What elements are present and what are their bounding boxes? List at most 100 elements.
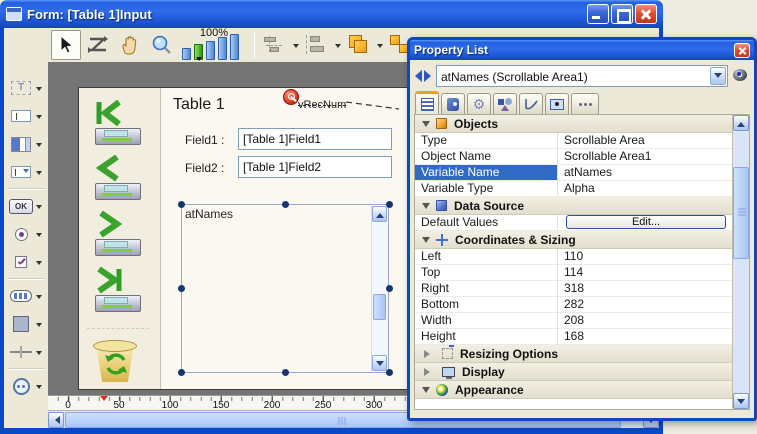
toolbox-tabstrip-tool[interactable] xyxy=(5,282,47,310)
property-grid-scrollbar[interactable] xyxy=(732,115,749,409)
next-record-button[interactable] xyxy=(91,211,147,261)
property-row-height[interactable]: Height 168 xyxy=(415,329,732,345)
property-row-variable-name[interactable]: Variable Name atNames xyxy=(415,165,732,181)
select-tool-button[interactable] xyxy=(51,30,81,60)
grid-scroll-down-button[interactable] xyxy=(733,393,749,409)
scroll-up-button[interactable] xyxy=(372,206,387,222)
scrollbar-thumb[interactable] xyxy=(373,294,386,320)
checkbox-tool-dropdown[interactable] xyxy=(36,261,42,268)
first-record-button[interactable] xyxy=(91,100,147,150)
field2-textbox[interactable]: [Table 1]Field2 xyxy=(238,156,392,178)
toolbox-list-tool[interactable] xyxy=(5,130,47,158)
grid-scroll-up-button[interactable] xyxy=(733,115,749,131)
property-list-titlebar[interactable]: Property List xyxy=(410,40,754,60)
toolbox-text-tool[interactable]: T xyxy=(5,74,47,102)
layer-order-button[interactable] xyxy=(344,30,374,60)
toolbox-radio-tool[interactable] xyxy=(5,220,47,248)
toolbox-checkbox-tool[interactable] xyxy=(5,248,47,276)
expand-arrow-icon[interactable] xyxy=(424,368,434,376)
hscroll-left-button[interactable] xyxy=(48,412,64,428)
collapse-arrow-icon[interactable] xyxy=(422,237,430,247)
field1-textbox[interactable]: [Table 1]Field1 xyxy=(238,128,392,150)
scrollable-area-object[interactable]: atNames xyxy=(181,204,389,373)
preview-eye-button[interactable] xyxy=(732,68,750,84)
selection-handle-ne[interactable] xyxy=(386,201,393,208)
scrollable-area-scrollbar[interactable] xyxy=(371,206,387,371)
radio-tool-dropdown[interactable] xyxy=(36,233,42,240)
form-being-designed[interactable]: Table 1 vRecNum Field1 : [Table 1]Field1… xyxy=(78,87,418,390)
list-tool-dropdown[interactable] xyxy=(36,143,42,150)
zoom-bar-large[interactable] xyxy=(218,37,227,60)
property-row-object-name[interactable]: Object Name Scrollable Area1 xyxy=(415,149,732,165)
selection-handle-sw[interactable] xyxy=(178,369,185,376)
tab-properties[interactable] xyxy=(415,91,439,114)
property-row-type[interactable]: Type Scrollable Area xyxy=(415,133,732,149)
field-tool-dropdown[interactable] xyxy=(36,115,42,122)
section-objects[interactable]: Objects xyxy=(415,115,732,133)
tab-order-tool-button[interactable] xyxy=(83,30,113,60)
edit-default-values-button[interactable]: Edit... xyxy=(566,215,726,229)
selection-handle-n[interactable] xyxy=(282,201,289,208)
tab-objects[interactable] xyxy=(493,93,517,114)
tabstrip-tool-dropdown[interactable] xyxy=(36,295,42,302)
tab-display[interactable] xyxy=(545,93,569,114)
rectangle-tool-dropdown[interactable] xyxy=(36,323,42,330)
section-data-source[interactable]: Data Source xyxy=(415,197,732,215)
selection-handle-se[interactable] xyxy=(386,369,393,376)
line-tool-dropdown[interactable] xyxy=(36,351,42,358)
toolbox-combo-tool[interactable] xyxy=(5,158,47,186)
collapse-arrow-icon[interactable] xyxy=(422,203,430,213)
tab-more[interactable] xyxy=(571,93,599,114)
property-list-close-button[interactable] xyxy=(734,43,750,58)
property-row-left[interactable]: Left 110 xyxy=(415,249,732,265)
delete-record-button[interactable] xyxy=(91,338,141,384)
record-variable-label[interactable]: vRecNum xyxy=(298,99,346,111)
main-titlebar[interactable]: Form: [Table 1]Input xyxy=(0,0,663,28)
maximize-button[interactable] xyxy=(611,4,633,24)
scroll-down-button[interactable] xyxy=(372,355,387,371)
previous-record-button[interactable] xyxy=(91,155,147,205)
zoom-bar-xlarge[interactable] xyxy=(230,34,239,60)
tab-data[interactable] xyxy=(441,93,465,114)
button-tool-dropdown[interactable] xyxy=(36,205,42,212)
property-row-width[interactable]: Width 208 xyxy=(415,313,732,329)
pan-tool-button[interactable] xyxy=(115,30,145,60)
property-row-right[interactable]: Right 318 xyxy=(415,281,732,297)
pushpin-icon[interactable] xyxy=(283,89,299,105)
tab-events[interactable] xyxy=(519,93,543,114)
tab-settings[interactable]: ⚙ xyxy=(467,93,491,114)
distribute-tool-button[interactable] xyxy=(302,30,332,60)
dropdown-button[interactable] xyxy=(710,67,726,85)
zoom-bar-medium[interactable] xyxy=(206,41,215,60)
zoom-level-selector[interactable]: 100% xyxy=(182,29,246,61)
distribute-dropdown-arrow[interactable] xyxy=(335,44,341,51)
align-tool-button[interactable] xyxy=(260,30,290,60)
selection-handle-s[interactable] xyxy=(282,369,289,376)
ellipse-tool-dropdown[interactable] xyxy=(36,385,42,392)
minimize-button[interactable] xyxy=(587,4,609,24)
combo-tool-dropdown[interactable] xyxy=(36,171,42,178)
collapse-arrow-icon[interactable] xyxy=(422,387,430,397)
zoom-bar-small[interactable] xyxy=(182,48,191,60)
selection-handle-w[interactable] xyxy=(178,285,185,292)
grid-scrollbar-thumb[interactable] xyxy=(733,167,749,259)
section-resizing-options[interactable]: Resizing Options xyxy=(415,345,732,363)
text-tool-dropdown[interactable] xyxy=(36,87,42,94)
selection-handle-nw[interactable] xyxy=(178,201,185,208)
property-row-default-values[interactable]: Default Values Edit... xyxy=(415,215,732,231)
object-prev-next-buttons[interactable] xyxy=(414,69,432,83)
section-appearance[interactable]: Appearance xyxy=(415,381,732,399)
expand-arrow-icon[interactable] xyxy=(424,350,434,358)
zoom-tool-button[interactable] xyxy=(147,30,177,60)
object-selector-dropdown[interactable]: atNames (Scrollable Area1) xyxy=(436,65,728,87)
toolbox-rectangle-tool[interactable] xyxy=(5,310,47,338)
close-button[interactable] xyxy=(635,4,657,24)
toolbox-field-tool[interactable] xyxy=(5,102,47,130)
zoom-bar-current[interactable] xyxy=(194,44,203,60)
align-dropdown-arrow[interactable] xyxy=(293,44,299,51)
toolbox-ellipse-tool[interactable] xyxy=(5,372,47,400)
last-record-button[interactable] xyxy=(91,267,147,317)
selection-handle-e[interactable] xyxy=(386,285,393,292)
property-row-bottom[interactable]: Bottom 282 xyxy=(415,297,732,313)
property-row-variable-type[interactable]: Variable Type Alpha xyxy=(415,181,732,197)
